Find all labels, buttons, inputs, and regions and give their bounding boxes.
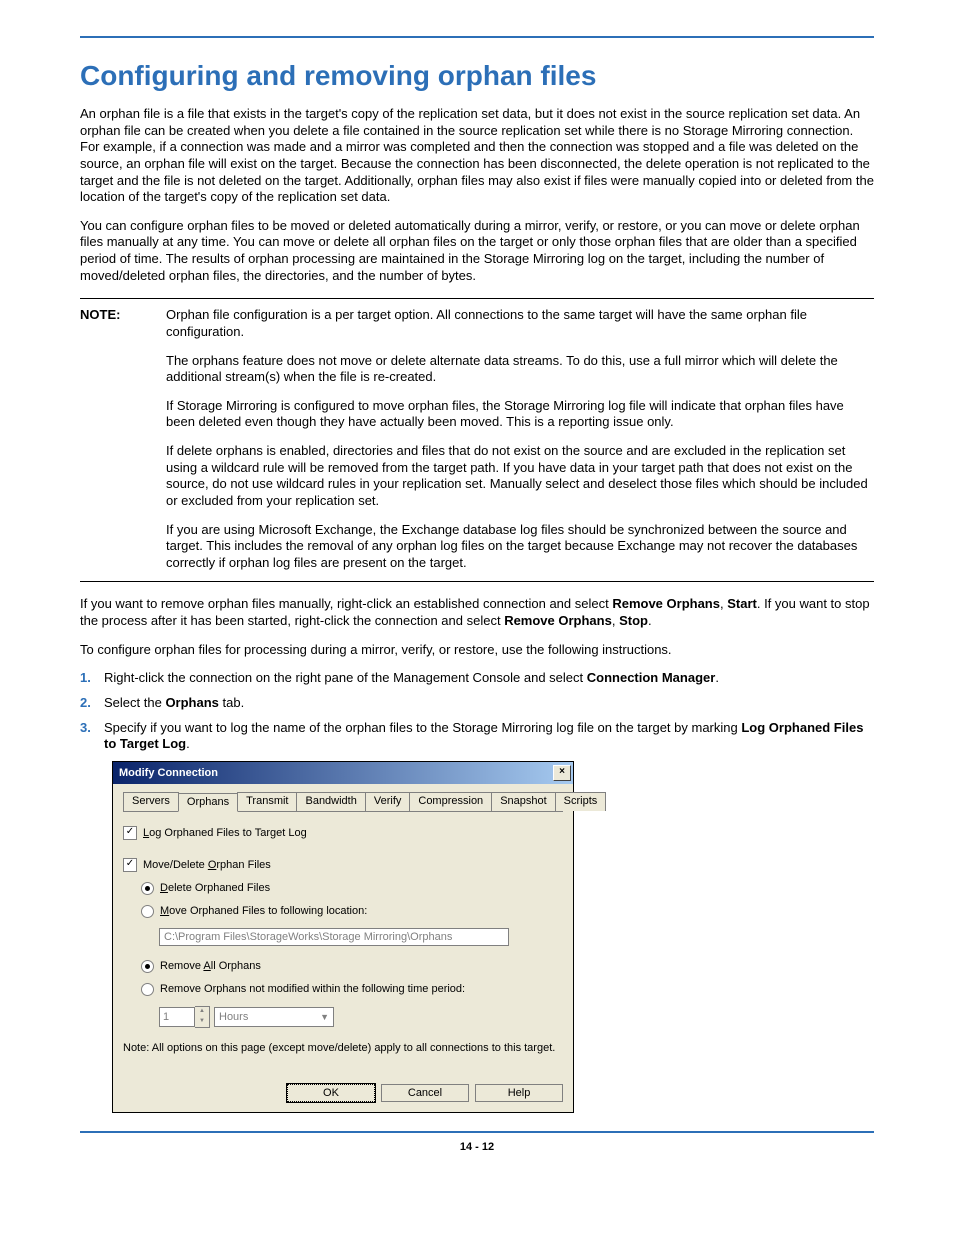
tab-compression[interactable]: Compression <box>409 792 492 811</box>
step-3: 3. Specify if you want to log the name o… <box>80 720 874 753</box>
ok-button[interactable]: OK <box>287 1084 375 1102</box>
cancel-button[interactable]: Cancel <box>381 1084 469 1102</box>
tab-servers[interactable]: Servers <box>123 792 179 811</box>
time-value-input[interactable]: 1 <box>159 1007 195 1027</box>
tab-verify[interactable]: Verify <box>365 792 411 811</box>
checkbox-icon: ✓ <box>123 858 137 872</box>
radio-remove-orphans-time[interactable]: Remove Orphans not modified within the f… <box>141 983 563 996</box>
checkbox-move-delete-orphans[interactable]: ✓ Move/Delete Orphan Files <box>123 858 563 872</box>
move-location-input[interactable]: C:\Program Files\StorageWorks\Storage Mi… <box>159 928 509 946</box>
note-block: NOTE: Orphan file configuration is a per… <box>80 298 874 582</box>
tab-transmit[interactable]: Transmit <box>237 792 297 811</box>
spinner-buttons[interactable]: ▲▼ <box>195 1006 210 1028</box>
checkbox-log-orphans[interactable]: ✓ Log Orphaned Files to Target Log <box>123 826 563 840</box>
step-1: 1. Right-click the connection on the rig… <box>80 670 874 687</box>
note-content: Orphan file configuration is a per targe… <box>166 307 874 571</box>
dialog-title: Modify Connection <box>119 767 553 779</box>
step-2: 2. Select the Orphans tab. <box>80 695 874 712</box>
radio-icon <box>141 983 154 996</box>
page-title: Configuring and removing orphan files <box>80 60 874 92</box>
note-p1: Orphan file configuration is a per targe… <box>166 307 874 340</box>
chevron-down-icon: ▼ <box>320 1008 329 1026</box>
radio-delete-orphans[interactable]: Delete Orphaned Files <box>141 882 563 895</box>
radio-icon <box>141 905 154 918</box>
radio-icon <box>141 882 154 895</box>
tab-snapshot[interactable]: Snapshot <box>491 792 555 811</box>
modify-connection-dialog: Modify Connection × Servers Orphans Tran… <box>112 761 574 1113</box>
dialog-note-text: Note: All options on this page (except m… <box>123 1042 563 1054</box>
steps-list: 1. Right-click the connection on the rig… <box>80 670 874 753</box>
note-label: NOTE: <box>80 307 166 571</box>
help-button[interactable]: Help <box>475 1084 563 1102</box>
note-p5: If you are using Microsoft Exchange, the… <box>166 522 874 572</box>
tab-strip: Servers Orphans Transmit Bandwidth Verif… <box>123 792 563 812</box>
note-p4: If delete orphans is enabled, directorie… <box>166 443 874 510</box>
checkbox-icon: ✓ <box>123 826 137 840</box>
intro-para-2: You can configure orphan files to be mov… <box>80 218 874 285</box>
chevron-down-icon: ▼ <box>195 1017 209 1027</box>
chevron-up-icon: ▲ <box>195 1007 209 1017</box>
step-1-num: 1. <box>80 670 104 687</box>
note-p3: If Storage Mirroring is configured to mo… <box>166 398 874 431</box>
bottom-rule <box>80 1131 874 1133</box>
time-unit-select[interactable]: Hours▼ <box>214 1007 334 1027</box>
step-3-num: 3. <box>80 720 104 753</box>
dialog-titlebar[interactable]: Modify Connection × <box>113 762 573 784</box>
tab-scripts[interactable]: Scripts <box>555 792 607 811</box>
step-2-num: 2. <box>80 695 104 712</box>
tab-bandwidth[interactable]: Bandwidth <box>296 792 365 811</box>
intro-para-1: An orphan file is a file that exists in … <box>80 106 874 206</box>
radio-remove-all-orphans[interactable]: Remove All Orphans <box>141 960 563 973</box>
radio-icon <box>141 960 154 973</box>
radio-move-orphans[interactable]: Move Orphaned Files to following locatio… <box>141 905 563 918</box>
para-manual-remove: If you want to remove orphan files manua… <box>80 596 874 629</box>
note-p2: The orphans feature does not move or del… <box>166 353 874 386</box>
page-number: 14 - 12 <box>80 1141 874 1153</box>
close-icon[interactable]: × <box>553 765 571 781</box>
top-rule <box>80 36 874 38</box>
tab-orphans[interactable]: Orphans <box>178 793 238 812</box>
para-instructions: To configure orphan files for processing… <box>80 642 874 659</box>
